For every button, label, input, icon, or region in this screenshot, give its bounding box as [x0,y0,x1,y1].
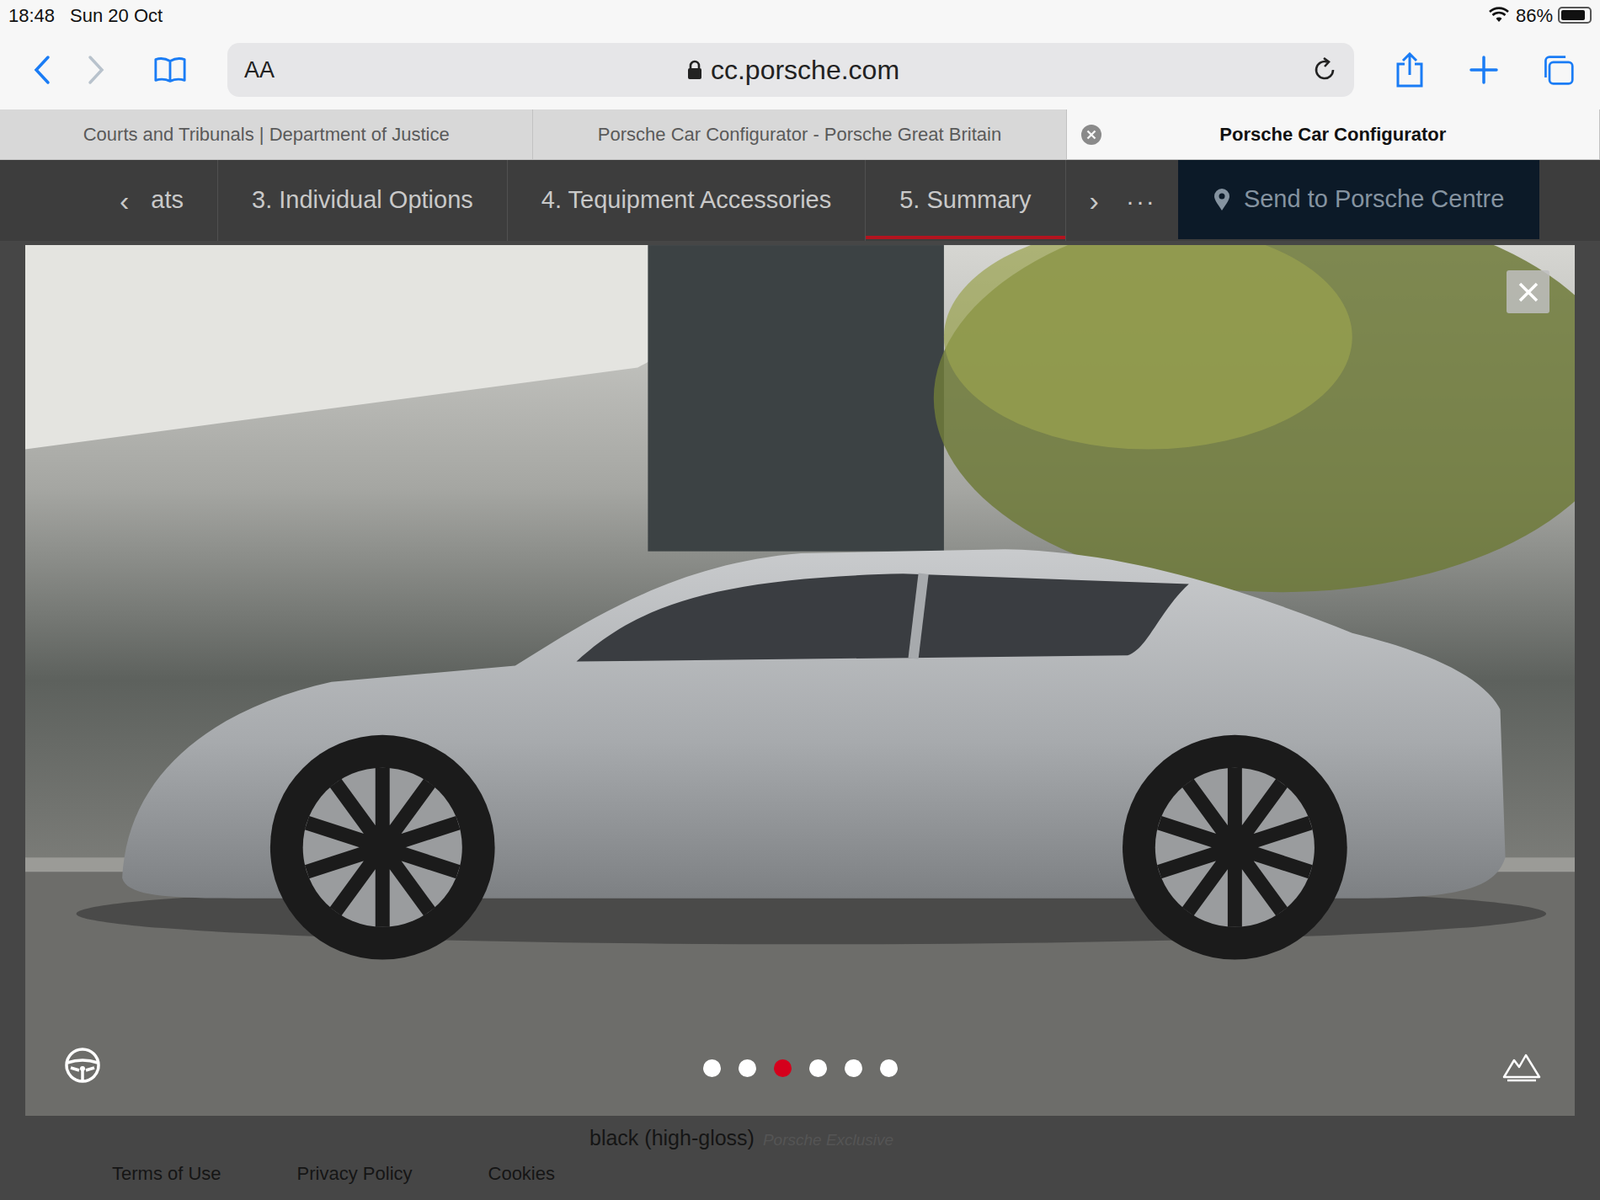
option-text: black (high-gloss) [589,1122,755,1155]
clock: 18:48 [8,1,55,30]
address-bar[interactable]: AA cc.porsche.com [227,42,1355,97]
battery-percent: 86% [1515,1,1553,30]
date: Sun 20 Oct [69,1,163,30]
step-tab[interactable]: 3. Individual Options [218,160,508,241]
browser-tab[interactable]: Courts and Tribunals | Department of Jus… [0,109,534,160]
send-label[interactable]: Send to Porsche Centre [1243,181,1505,219]
back-button[interactable] [25,53,59,87]
slide-dot[interactable] [703,1059,721,1078]
browser-tab[interactable]: Porsche Car Configurator - Porsche Great… [533,109,1067,160]
tab-title[interactable]: Porsche Car Configurator [1219,120,1446,149]
steering-wheel-icon[interactable] [64,1046,102,1084]
step-tab[interactable]: ats [138,160,219,241]
slide-dot[interactable] [809,1059,827,1078]
landscape-icon[interactable] [1502,1048,1542,1083]
plus-icon[interactable] [1468,54,1499,86]
url[interactable]: cc.porsche.com [710,49,900,91]
reload-icon[interactable] [1312,57,1338,83]
share-button[interactable] [1392,53,1427,87]
battery-fill [1561,10,1585,21]
close-viewer-button[interactable] [1506,270,1550,314]
wifi-icon [1488,6,1510,24]
step-tab[interactable]: 4. Tequipment Accessories [507,160,866,241]
slide-dot[interactable] [880,1059,898,1078]
car-photo [25,245,1575,1116]
tab-overview-button[interactable] [1541,53,1575,87]
footer-links: Terms of Use Privacy Policy Cookies [0,1154,1600,1188]
step-label[interactable]: 4. Tequipment Accessories [541,181,832,219]
tab-title[interactable]: Porsche Car Configurator - Porsche Great… [597,120,1002,149]
battery-icon [1557,6,1592,24]
send-to-centre-button[interactable]: Send to Porsche Centre [1178,160,1541,240]
configurator-steps: ‹ ats 3. Individual Options 4. Tequipment A… [0,160,1600,241]
step-label[interactable]: 5. Summary [899,181,1031,219]
close-tab-icon[interactable] [1080,123,1103,146]
back-icon[interactable] [32,54,52,86]
slide-indicator [25,1059,1575,1078]
slide-dot[interactable] [844,1059,863,1078]
gallery-overlay: black (high-gloss)Porsche ExclusiveTerms… [0,240,1600,1200]
steps-next-button[interactable]: › [1079,160,1110,241]
footer-link[interactable]: Cookies [488,1159,555,1188]
option-line: black (high-gloss) Porsche Exclusive [0,1115,1600,1155]
location-pin-icon [1213,187,1231,212]
share-icon[interactable] [1394,52,1425,88]
url-field[interactable]: cc.porsche.com [274,49,1312,91]
footer-link[interactable]: Privacy Policy [297,1159,413,1188]
steps-prev-button[interactable]: ‹ [109,160,139,241]
browser-tab[interactable]: Porsche Car Configurator [1066,109,1600,160]
forward-button[interactable] [79,53,113,87]
lock-icon [687,59,703,80]
more-button[interactable]: ··· [1109,160,1179,241]
new-tab-button[interactable] [1466,53,1501,87]
option-tag: Porsche Exclusive [762,1128,894,1153]
tab-title[interactable]: Courts and Tribunals | Department of Jus… [83,120,450,149]
reader-button[interactable]: AA [244,53,275,88]
tabs-icon[interactable] [1541,53,1575,87]
status-bar: 18:48 Sun 20 Oct 86% [0,0,1600,31]
tab-bar: Courts and Tribunals | Department of Jus… [0,109,1600,160]
forward-icon[interactable] [86,54,106,86]
book-icon[interactable] [153,55,187,85]
bookmarks-button[interactable] [153,53,187,87]
slide-dot[interactable] [738,1059,757,1078]
step-tab[interactable]: 5. Summary [865,160,1066,241]
step-label[interactable]: 3. Individual Options [251,181,474,219]
safari-toolbar: AA cc.porsche.com [0,30,1600,110]
step-label[interactable]: ats [150,181,184,219]
photo-viewer [25,245,1575,1116]
close-icon[interactable] [1517,281,1540,304]
footer-link[interactable]: Terms of Use [112,1159,222,1188]
browser-window: 18:48 Sun 20 Oct 86% AA cc.porsche.com Courts… [0,0,1600,1200]
slide-dot[interactable] [773,1059,792,1078]
